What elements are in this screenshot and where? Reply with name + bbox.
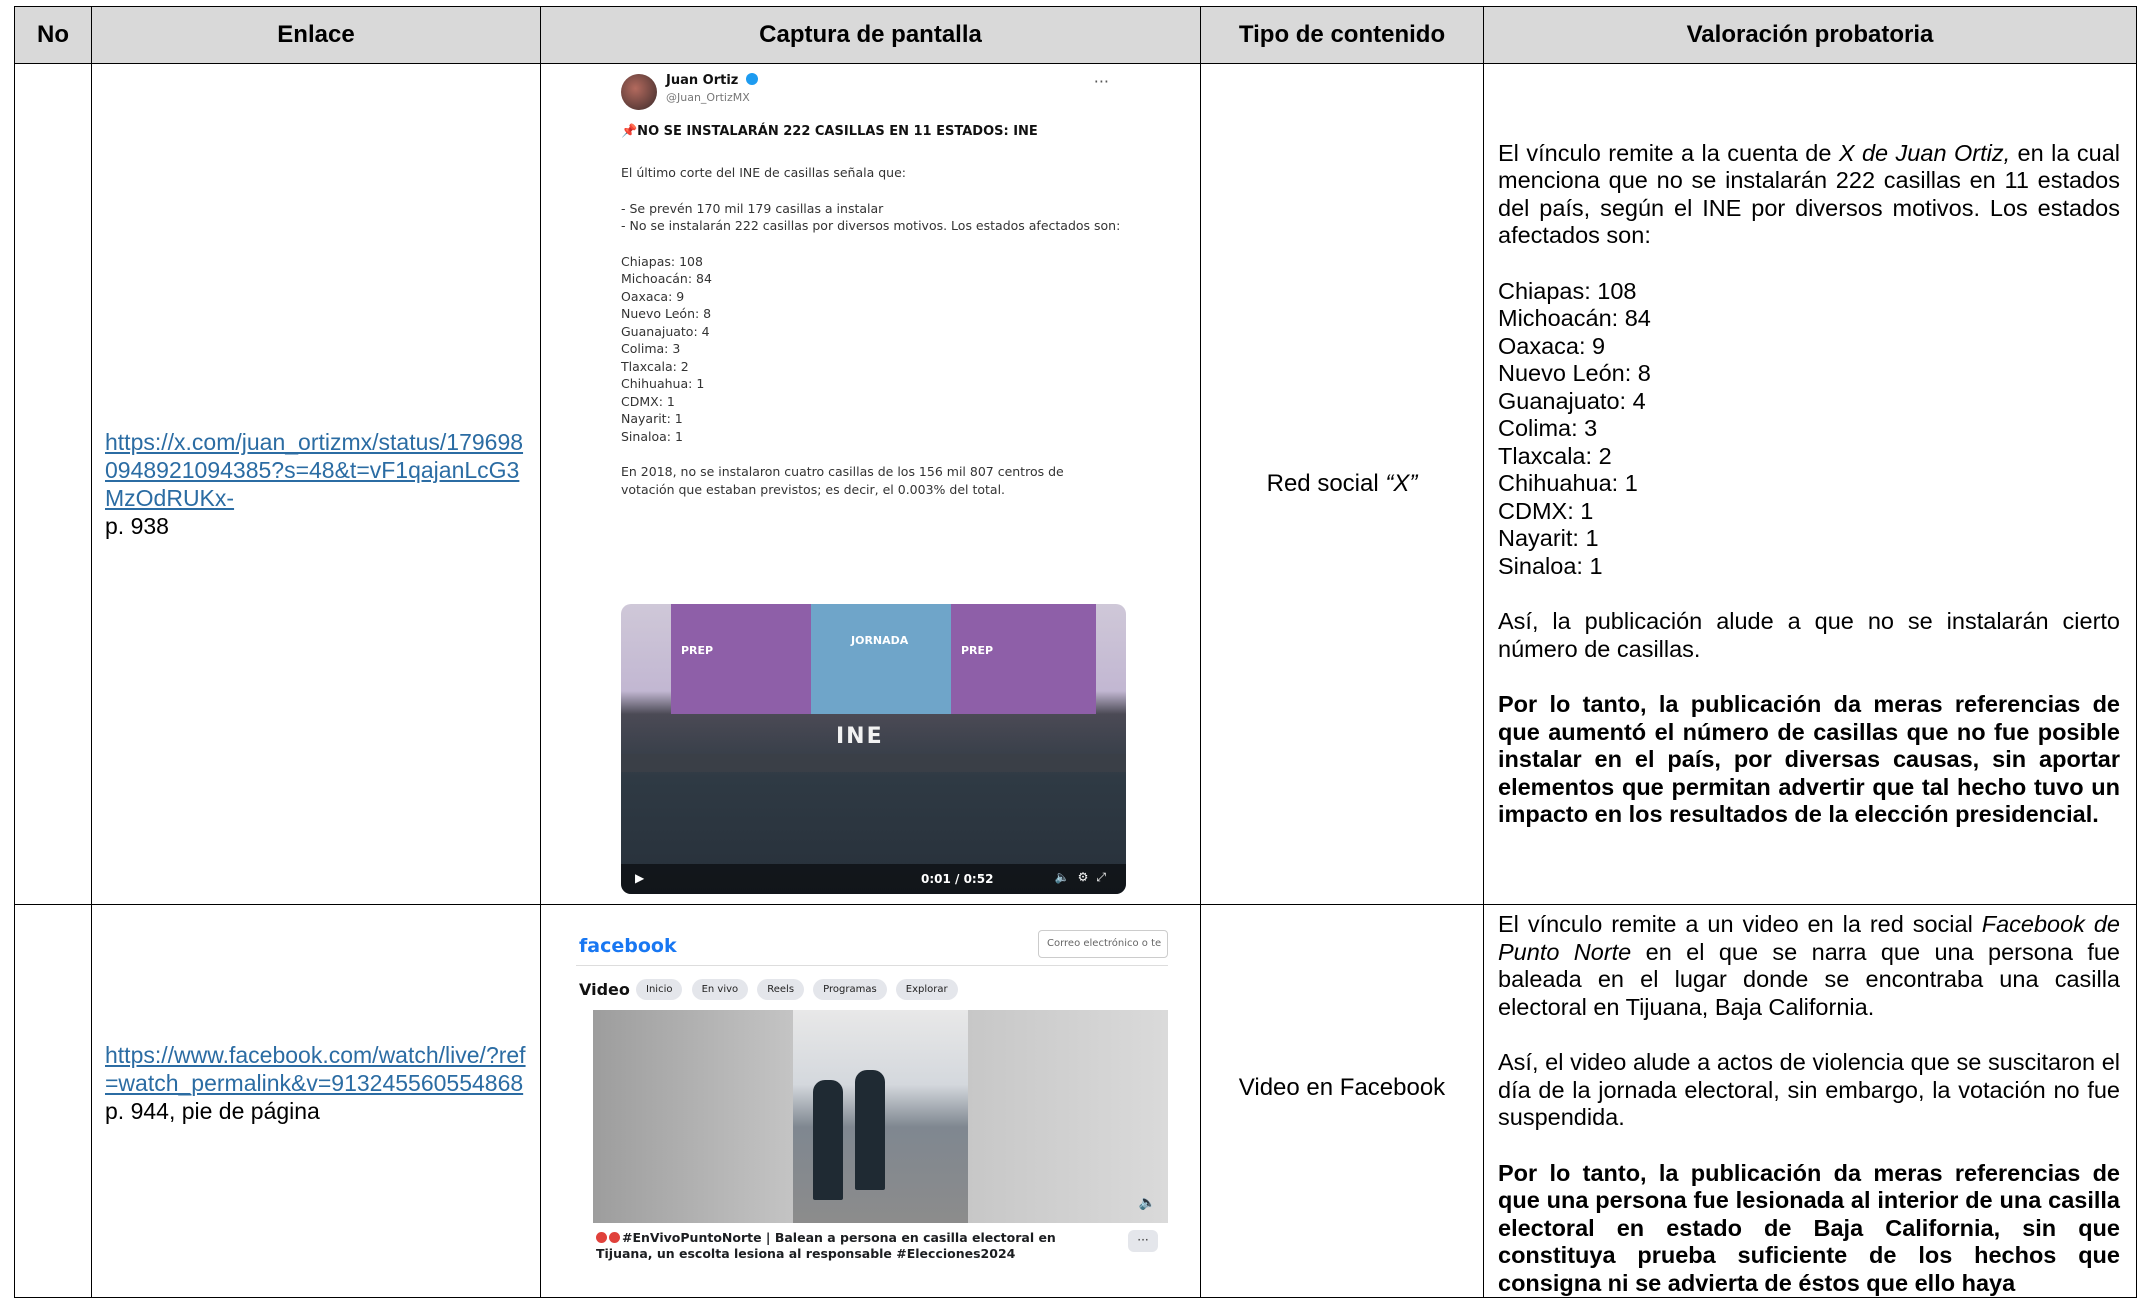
paragraph: El vínculo remite a un video en la red s… <box>1498 911 2121 1020</box>
table-row: https://x.com/juan_ortizmx/status/179698… <box>14 63 2137 905</box>
screenshot-cell: Juan Ortiz @Juan_OrtizMX ··· 📌NO SE INST… <box>540 63 1201 905</box>
header-content-type: Tipo de contenido <box>1200 6 1484 64</box>
facebook-video-player[interactable]: 🔈 <box>593 1010 1168 1223</box>
evidence-value-cell: El vínculo remite a un video en la red s… <box>1483 904 2137 1298</box>
verified-badge-icon <box>745 73 758 85</box>
content-type-cell: Red social “X” <box>1200 63 1484 905</box>
paragraph: El vínculo remite a la cuenta de X de Ju… <box>1498 139 2120 249</box>
facebook-logo: facebook <box>579 935 677 957</box>
paragraph: Así, la publicación alude a que no se in… <box>1498 608 2120 662</box>
header-evidence-value: Valoración probatoria <box>1483 6 2137 64</box>
ine-logo: INE <box>836 724 884 749</box>
live-dot-icon <box>596 1232 607 1243</box>
police-figure <box>855 1070 885 1190</box>
header-link: Enlace <box>91 6 541 64</box>
tweet-screenshot: Juan Ortiz @Juan_OrtizMX ··· 📌NO SE INST… <box>606 64 1131 904</box>
police-figure <box>813 1080 843 1200</box>
evidence-link[interactable]: https://www.facebook.com/watch/live/?ref… <box>105 1041 528 1097</box>
evidence-value-cell: El vínculo remite a la cuenta de X de Ju… <box>1483 63 2137 905</box>
video-section-label: Video <box>579 980 630 999</box>
avatar <box>621 74 657 110</box>
evidence-table: No Enlace Captura de pantalla Tipo de co… <box>14 6 2137 1298</box>
row-number <box>14 63 92 905</box>
screenshot-cell: facebook Correo electrónico o te Video I… <box>540 904 1201 1298</box>
conclusion: Por lo tanto, la publicación da meras re… <box>1498 1159 2120 1296</box>
play-icon[interactable]: ▶ <box>635 871 644 885</box>
tab-inicio[interactable]: Inicio <box>636 979 683 1000</box>
more-options-button[interactable]: ··· <box>1128 1230 1158 1252</box>
volume-icon[interactable]: 🔈 <box>1139 1195 1156 1211</box>
player-icons[interactable]: 🔈⚙⤢ <box>1055 870 1114 885</box>
tweet-title: 📌NO SE INSTALARÁN 222 CASILLAS EN 11 EST… <box>621 124 1038 139</box>
header-no: No <box>14 6 92 64</box>
content-type-cell: Video en Facebook <box>1200 904 1484 1298</box>
video-caption: #EnVivoPuntoNorte | Balean a persona en … <box>596 1230 1056 1261</box>
conclusion: Por lo tanto, la publicación da meras re… <box>1498 691 2120 827</box>
tab-reels[interactable]: Reels <box>757 979 805 1000</box>
email-field[interactable]: Correo electrónico o te <box>1038 930 1168 958</box>
link-cell: https://x.com/juan_ortizmx/status/179698… <box>91 63 541 905</box>
banner-panel: PREP <box>671 604 811 714</box>
page-reference: p. 938 <box>105 513 169 539</box>
video-time: 0:01 / 0:52 <box>921 872 994 886</box>
evidence-link[interactable]: https://x.com/juan_ortizmx/status/179698… <box>105 428 528 512</box>
more-options-icon: ··· <box>1093 72 1109 91</box>
tweet-video[interactable]: PREP JORNADA PREP INE ▶ 0:01 / 0:52 🔈⚙⤢ <box>621 604 1126 894</box>
desk <box>621 754 1126 772</box>
banner-panel: JORNADA <box>811 604 951 714</box>
link-cell: https://www.facebook.com/watch/live/?ref… <box>91 904 541 1298</box>
tweet-handle: @Juan_OrtizMX <box>666 91 750 104</box>
video-frame <box>793 1010 968 1223</box>
banner-panel: PREP <box>951 604 1096 714</box>
header-row: No Enlace Captura de pantalla Tipo de co… <box>14 6 2137 64</box>
tweet-author-name: Juan Ortiz <box>666 73 739 88</box>
header-screenshot: Captura de pantalla <box>540 6 1201 64</box>
tab-en-vivo[interactable]: En vivo <box>691 979 749 1000</box>
page-reference: p. 944, pie de página <box>105 1098 320 1124</box>
row-number <box>14 904 92 1298</box>
table-row: https://www.facebook.com/watch/live/?ref… <box>14 904 2137 1298</box>
video-tabs: Inicio En vivo Reels Programas Explorar <box>636 977 962 1000</box>
video-controls: ▶ 0:01 / 0:52 🔈⚙⤢ <box>621 864 1126 894</box>
tab-programas[interactable]: Programas <box>813 979 887 1000</box>
paragraph: Así, el video alude a actos de violencia… <box>1498 1049 2120 1130</box>
facebook-screenshot: facebook Correo electrónico o te Video I… <box>576 925 1168 1270</box>
tweet-body: El último corte del INE de casillas seña… <box>621 165 1121 497</box>
tab-explorar[interactable]: Explorar <box>895 979 958 1000</box>
live-dot-icon <box>609 1232 620 1243</box>
